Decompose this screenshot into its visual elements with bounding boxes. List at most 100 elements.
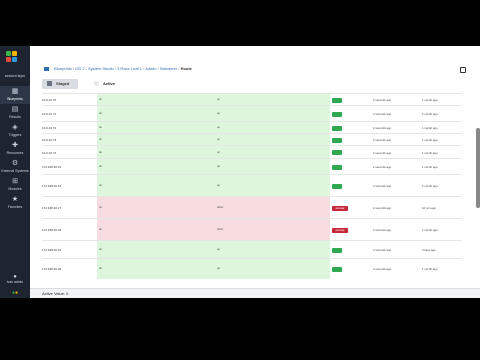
row-detail-band: ok up <box>97 259 330 279</box>
breadcrumb-item[interactable]: 3 Race Leaf 1 <box>117 66 142 71</box>
sidebar-item-label: Modules <box>8 187 22 191</box>
sidebar-item-favorites[interactable]: ★ Favorites <box>0 194 30 212</box>
status-badge-ok[interactable] <box>332 164 342 170</box>
status-badge-ok[interactable] <box>332 150 342 155</box>
row-time-updated: 2 seconds ago <box>373 150 392 155</box>
sidebar-item-label: Triggers <box>8 133 22 137</box>
breadcrumb-item[interactable]: System Studio <box>88 66 114 71</box>
row-time-updated: 2 seconds ago <box>373 206 392 210</box>
row-col1: ok <box>99 184 102 187</box>
results-icon: ▤ <box>11 106 19 113</box>
status-badge-error[interactable]: anomaly <box>332 227 348 233</box>
row-col2: up <box>217 138 220 141</box>
row-col2: up <box>217 165 220 168</box>
breadcrumb-item[interactable]: OD 2 <box>75 66 84 71</box>
status-badge-ok[interactable] <box>332 97 342 103</box>
row-col1: ok <box>99 98 102 101</box>
row-detail-band: ok up <box>97 106 330 122</box>
row-col2: down <box>217 228 224 231</box>
staged-label: Staged <box>56 81 70 86</box>
row-col1: ok <box>99 267 102 270</box>
status-badge-ok[interactable] <box>332 266 342 272</box>
row-col1: ok <box>99 228 102 231</box>
table-row[interactable]: 10.0.10.74 ok up 2 seconds ago 1 month ago <box>42 145 462 159</box>
scrollbar[interactable] <box>476 128 480 208</box>
row-detail-band: ok down <box>97 219 330 241</box>
sidebar-item-label: Resources <box>6 151 24 155</box>
row-time-changed: 1 month ago <box>422 165 438 169</box>
status-badge-ok[interactable] <box>332 111 342 117</box>
status-badge-ok[interactable] <box>332 137 342 143</box>
row-time-changed: 1 month ago <box>422 267 438 271</box>
row-time-changed: 1 month ago <box>422 138 438 142</box>
user-menu[interactable]: ● ivan admin <box>0 274 30 284</box>
row-col1: ok <box>99 165 102 168</box>
external-icon: ⚙ <box>11 160 19 167</box>
sidebar-item-modules[interactable]: ⊞ Modules <box>0 176 30 194</box>
status-badge-ok[interactable] <box>332 247 342 253</box>
sidebar-item-results[interactable]: ▤ Results <box>0 104 30 122</box>
table-row[interactable]: 172.168.30.15 ok up 2 seconds ago 1 month ag… <box>42 158 462 175</box>
row-col1: ok <box>99 112 102 115</box>
sidebar-item-blueprints[interactable]: ▦ Blueprints <box>0 86 30 104</box>
row-time-updated: 2 seconds ago <box>373 165 392 169</box>
table-row[interactable]: 172.168.30.17 ok down anomaly 2 seconds ago 1… <box>42 196 462 219</box>
row-time-updated: 2 seconds ago <box>373 267 392 271</box>
row-col2: up <box>217 184 220 187</box>
row-time-updated: 2 seconds ago <box>373 184 392 188</box>
table-row[interactable]: 172.168.30.20 ok up 2 seconds ago 1 month ag… <box>42 258 462 279</box>
bottom-bar[interactable]: Active Value: 0 <box>30 288 480 298</box>
sidebar-item-resources[interactable]: ✚ Resources <box>0 140 30 158</box>
row-detail-band: ok up <box>97 175 330 197</box>
row-col2: up <box>217 248 220 251</box>
row-col1: ok <box>99 126 102 129</box>
row-time-updated: 2 seconds ago <box>373 112 392 116</box>
status-badge-ok[interactable] <box>332 125 342 131</box>
row-time-changed: 1 month ago <box>422 112 438 116</box>
toolbar: Staged Active <box>42 79 472 89</box>
table-row[interactable]: 10.0.10.71 ok up 2 seconds ago 1 month ago <box>42 105 462 122</box>
row-name: 172.168.30.20 <box>42 267 62 271</box>
row-detail-band: ok up <box>97 241 330 259</box>
trigger-icon: ◈ <box>12 124 18 131</box>
row-time-changed: 1 month ago <box>422 228 438 232</box>
status-dots: ●● <box>11 290 19 296</box>
row-col2: down <box>217 206 224 209</box>
lock-icon[interactable] <box>460 67 466 73</box>
sidebar-item-triggers[interactable]: ◈ Triggers <box>0 122 30 140</box>
sidebar-item-label: External Systems <box>1 169 29 173</box>
breadcrumb-item[interactable]: Admin <box>145 66 156 71</box>
table-row[interactable]: 172.168.30.16 ok up 2 seconds ago 1 month ag… <box>42 174 462 197</box>
staged-button[interactable]: Staged <box>42 79 78 89</box>
row-col2: up <box>217 98 220 101</box>
row-time-updated: 2 seconds ago <box>373 228 392 232</box>
row-col2: up <box>217 112 220 115</box>
star-icon: ★ <box>11 196 19 203</box>
table-row[interactable]: 172.168.30.19 ok up 2 seconds ago 3 days ago <box>42 240 462 259</box>
table-row[interactable]: 172.168.30.18 ok down anomaly 2 seconds ago 1… <box>42 218 462 241</box>
row-col1: ok <box>99 138 102 141</box>
row-col2: up <box>217 126 220 129</box>
breadcrumb: Blueprints / OD 2 / System Studio / 3 Ra… <box>44 66 192 71</box>
row-time-changed: 10 min ago <box>422 206 436 210</box>
user-label: ivan admin <box>6 280 24 284</box>
row-time-updated: 2 seconds ago <box>373 248 392 252</box>
resources-icon: ✚ <box>12 142 18 149</box>
sidebar-item-external-systems[interactable]: ⚙ External Systems <box>0 158 30 176</box>
home-icon[interactable] <box>44 66 49 71</box>
tab-active[interactable]: Active <box>94 79 115 89</box>
logo-icon <box>6 51 24 69</box>
breadcrumb-item[interactable]: Route <box>181 66 192 71</box>
row-time-changed: 3 days ago <box>422 248 436 252</box>
blueprint-icon: ▦ <box>11 88 19 95</box>
app-window: session layer ▦ Blueprints ▤ Results ◈ Trigge… <box>0 46 480 298</box>
status-badge-error[interactable]: anomaly <box>332 205 348 211</box>
row-time-changed: 1 month ago <box>422 150 438 155</box>
breadcrumb-item[interactable]: Blueprints <box>54 66 72 71</box>
status-badge-ok[interactable] <box>332 183 342 189</box>
bottom-bar-label: Active Value: 0 <box>42 291 69 296</box>
row-detail-band: ok down <box>97 197 330 219</box>
row-detail-band: ok up <box>97 159 330 175</box>
breadcrumb-item[interactable]: Wanderer <box>160 66 177 71</box>
staged-icon <box>47 81 52 86</box>
